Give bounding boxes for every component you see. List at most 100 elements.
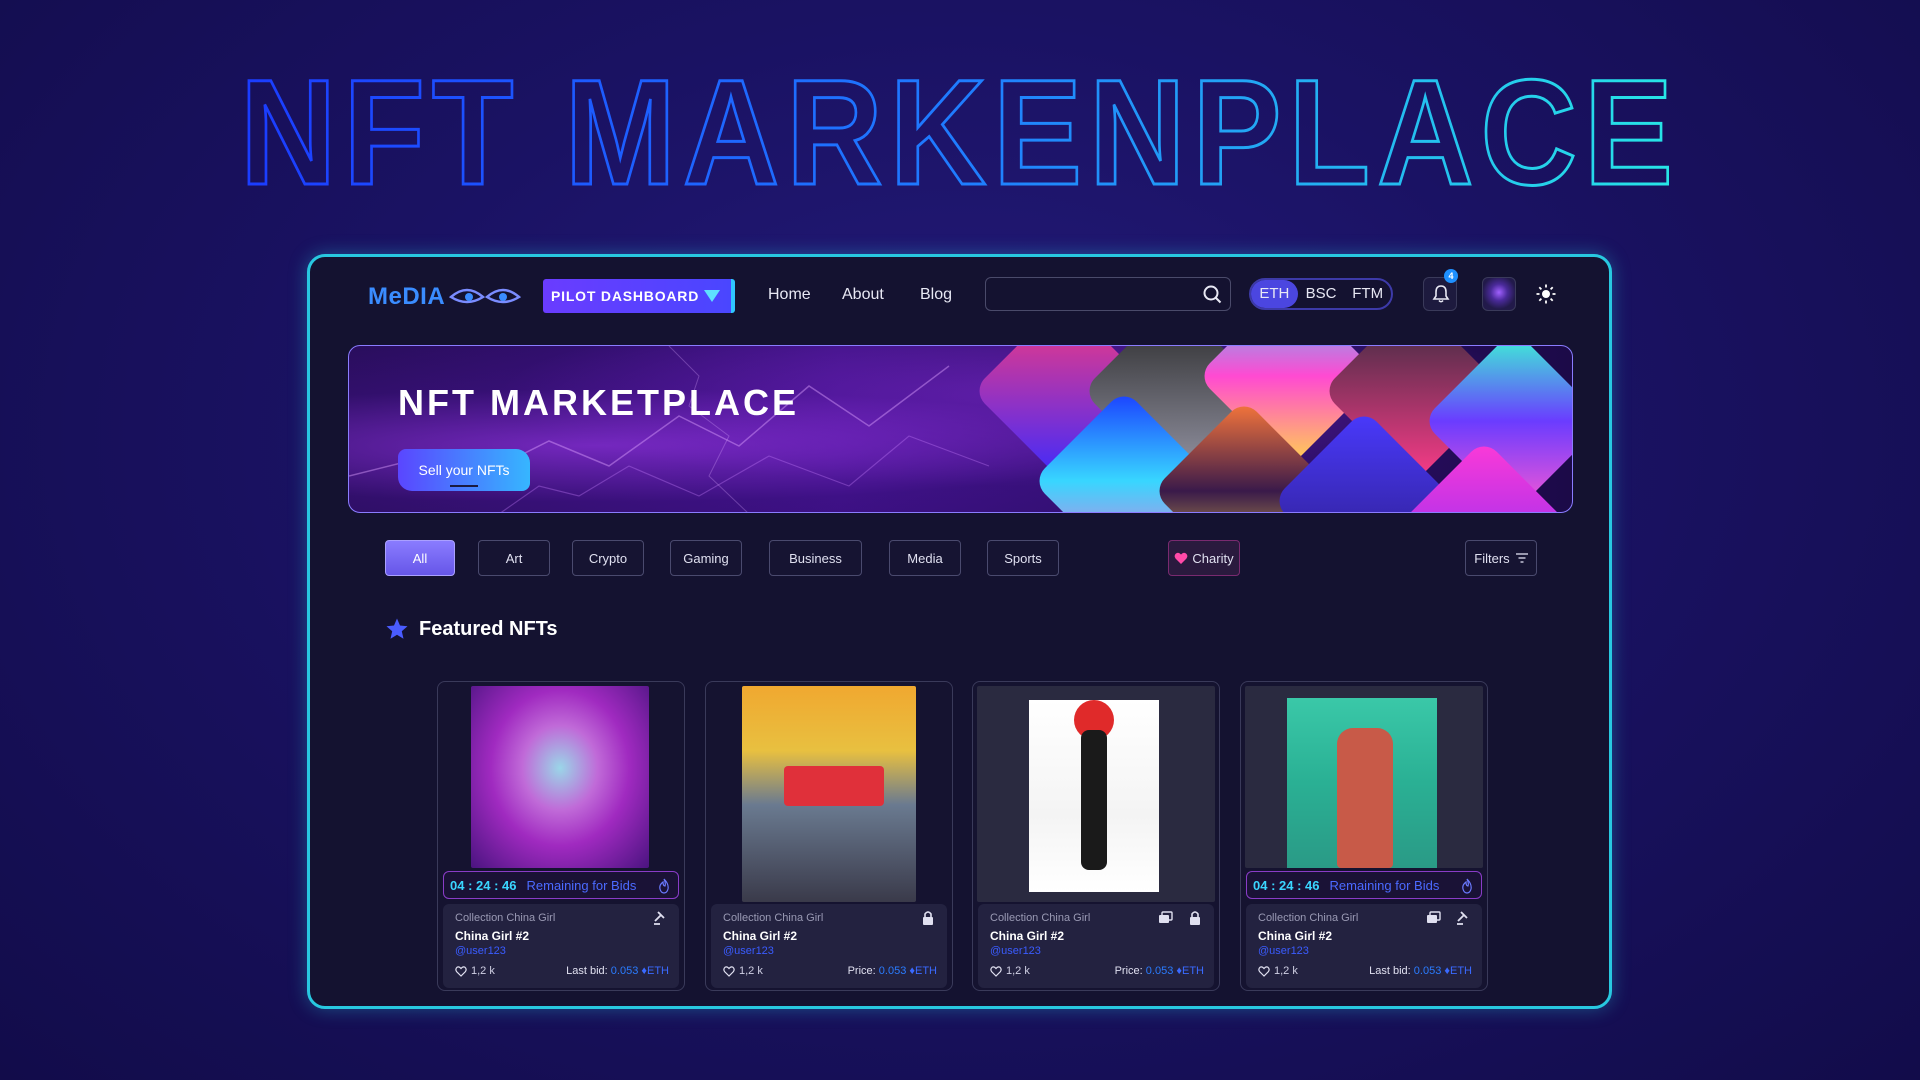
nft-name: China Girl #2 bbox=[1258, 929, 1333, 943]
gavel-icon[interactable] bbox=[1454, 909, 1472, 927]
heart-icon bbox=[1175, 552, 1188, 564]
nft-card[interactable]: Collection China Girl China Girl #2 @use… bbox=[705, 681, 953, 991]
flame-icon bbox=[1462, 878, 1472, 894]
chain-ftm[interactable]: FTM bbox=[1344, 280, 1391, 308]
category-all[interactable]: All bbox=[385, 540, 455, 576]
copies-icon[interactable] bbox=[1424, 909, 1442, 927]
price-line: Last bid: 0.053 ♦ETH bbox=[1369, 965, 1472, 977]
bid-timer: 04 : 24 : 46 Remaining for Bids bbox=[443, 871, 679, 899]
logo-text: MeDIA bbox=[368, 283, 446, 310]
nft-collage bbox=[972, 346, 1572, 512]
nft-card[interactable]: 04 : 24 : 46 Remaining for Bids Collecti… bbox=[1240, 681, 1488, 991]
chain-switcher: ETH BSC FTM bbox=[1249, 278, 1393, 310]
theme-toggle-sun-icon[interactable] bbox=[1536, 284, 1556, 304]
nft-card[interactable]: Collection China Girl China Girl #2 @use… bbox=[972, 681, 1220, 991]
nft-image[interactable] bbox=[742, 686, 916, 902]
nav-link-blog[interactable]: Blog bbox=[920, 286, 952, 304]
star-icon bbox=[386, 618, 408, 639]
avatar[interactable] bbox=[1482, 277, 1516, 311]
timer-value: 04 : 24 : 46 bbox=[450, 877, 517, 893]
collection-name: Collection China Girl bbox=[723, 912, 824, 924]
top-nav: MeDIA PILOT DASHBOARD Home About Blog ET… bbox=[310, 257, 1609, 333]
timer-value: 04 : 24 : 46 bbox=[1253, 877, 1320, 893]
nft-image-frame bbox=[1245, 686, 1483, 868]
nft-image[interactable] bbox=[471, 686, 649, 868]
card-info: Collection China Girl China Girl #2 @use… bbox=[1246, 904, 1482, 988]
filters-button[interactable]: Filters bbox=[1465, 540, 1537, 576]
category-media[interactable]: Media bbox=[889, 540, 961, 576]
category-sports[interactable]: Sports bbox=[987, 540, 1059, 576]
creator-handle[interactable]: @user123 bbox=[455, 945, 506, 957]
timer-label: Remaining for Bids bbox=[526, 877, 637, 893]
category-gaming[interactable]: Gaming bbox=[670, 540, 742, 576]
unit-label: ETH bbox=[915, 965, 937, 977]
lock-icon[interactable] bbox=[919, 909, 937, 927]
creator-handle[interactable]: @user123 bbox=[1258, 945, 1309, 957]
nft-name: China Girl #2 bbox=[723, 929, 798, 943]
logo[interactable]: MeDIA bbox=[368, 283, 522, 311]
sell-nfts-button[interactable]: Sell your NFTs bbox=[398, 449, 530, 491]
likes-count: 1,2 k bbox=[1274, 965, 1298, 977]
price-line: Last bid: 0.053 ♦ETH bbox=[566, 965, 669, 977]
eth-unit: ♦ETH bbox=[1444, 965, 1472, 977]
copies-icon[interactable] bbox=[1156, 909, 1174, 927]
creator-handle[interactable]: @user123 bbox=[723, 945, 774, 957]
nav-link-home[interactable]: Home bbox=[768, 286, 811, 304]
nft-image[interactable] bbox=[1029, 700, 1159, 892]
collection-name: Collection China Girl bbox=[455, 912, 556, 924]
likes[interactable]: 1,2 k bbox=[723, 965, 763, 977]
lock-icon[interactable] bbox=[1186, 909, 1204, 927]
eth-unit: ♦ETH bbox=[1176, 965, 1204, 977]
search-icon[interactable] bbox=[1202, 284, 1222, 304]
figure-shape bbox=[1337, 728, 1393, 868]
filter-icon bbox=[1515, 553, 1528, 563]
page-headline: NFT MARKENPLACE bbox=[0, 62, 1920, 202]
collection-name: Collection China Girl bbox=[990, 912, 1091, 924]
nav-link-about[interactable]: About bbox=[842, 286, 884, 304]
pilot-dashboard-dropdown[interactable]: PILOT DASHBOARD bbox=[543, 279, 735, 313]
category-crypto[interactable]: Crypto bbox=[572, 540, 644, 576]
nft-card[interactable]: 04 : 24 : 46 Remaining for Bids Collecti… bbox=[437, 681, 685, 991]
likes[interactable]: 1,2 k bbox=[1258, 965, 1298, 977]
gavel-icon[interactable] bbox=[651, 909, 669, 927]
likes[interactable]: 1,2 k bbox=[990, 965, 1030, 977]
likes-count: 1,2 k bbox=[1006, 965, 1030, 977]
bid-timer: 04 : 24 : 46 Remaining for Bids bbox=[1246, 871, 1482, 899]
price-label: Price: bbox=[847, 965, 876, 977]
chain-bsc[interactable]: BSC bbox=[1298, 280, 1345, 308]
collection-name: Collection China Girl bbox=[1258, 912, 1359, 924]
chevron-down-icon bbox=[704, 290, 720, 302]
chain-eth[interactable]: ETH bbox=[1251, 280, 1298, 308]
filters-label: Filters bbox=[1474, 550, 1510, 566]
category-art[interactable]: Art bbox=[478, 540, 550, 576]
hero-banner: NFT MARKETPLACE Sell your NFTs bbox=[348, 345, 1573, 513]
unit-label: ETH bbox=[1450, 965, 1472, 977]
likes-count: 1,2 k bbox=[471, 965, 495, 977]
price-label: Price: bbox=[1114, 965, 1143, 977]
eth-unit: ♦ETH bbox=[641, 965, 669, 977]
banner-title: NFT MARKETPLACE bbox=[398, 382, 799, 423]
eth-unit: ♦ETH bbox=[909, 965, 937, 977]
price-label: Last bid: bbox=[1369, 965, 1411, 977]
headline-text: NFT MARKENPLACE bbox=[240, 62, 1680, 202]
card-info: Collection China Girl China Girl #2 @use… bbox=[443, 904, 679, 988]
headline-graphic: NFT MARKENPLACE bbox=[239, 62, 1680, 202]
card-info: Collection China Girl China Girl #2 @use… bbox=[711, 904, 947, 988]
likes[interactable]: 1,2 k bbox=[455, 965, 495, 977]
flame-icon bbox=[659, 878, 669, 894]
pilot-dashboard-label: PILOT DASHBOARD bbox=[551, 288, 700, 304]
heart-outline-icon bbox=[1258, 965, 1270, 977]
category-charity[interactable]: Charity bbox=[1168, 540, 1240, 576]
price-value: 0.053 bbox=[878, 965, 907, 977]
search-input[interactable] bbox=[985, 277, 1231, 311]
nft-image[interactable] bbox=[1287, 698, 1437, 868]
category-business[interactable]: Business bbox=[769, 540, 862, 576]
charity-label: Charity bbox=[1192, 550, 1234, 566]
price-label: Last bid: bbox=[566, 965, 608, 977]
price-value: 0.053 bbox=[610, 965, 639, 977]
app-window: MeDIA PILOT DASHBOARD Home About Blog ET… bbox=[307, 254, 1612, 1009]
figure-shape bbox=[1081, 730, 1107, 870]
sell-nfts-label: Sell your NFTs bbox=[418, 462, 510, 478]
price-value: 0.053 bbox=[1145, 965, 1174, 977]
creator-handle[interactable]: @user123 bbox=[990, 945, 1041, 957]
